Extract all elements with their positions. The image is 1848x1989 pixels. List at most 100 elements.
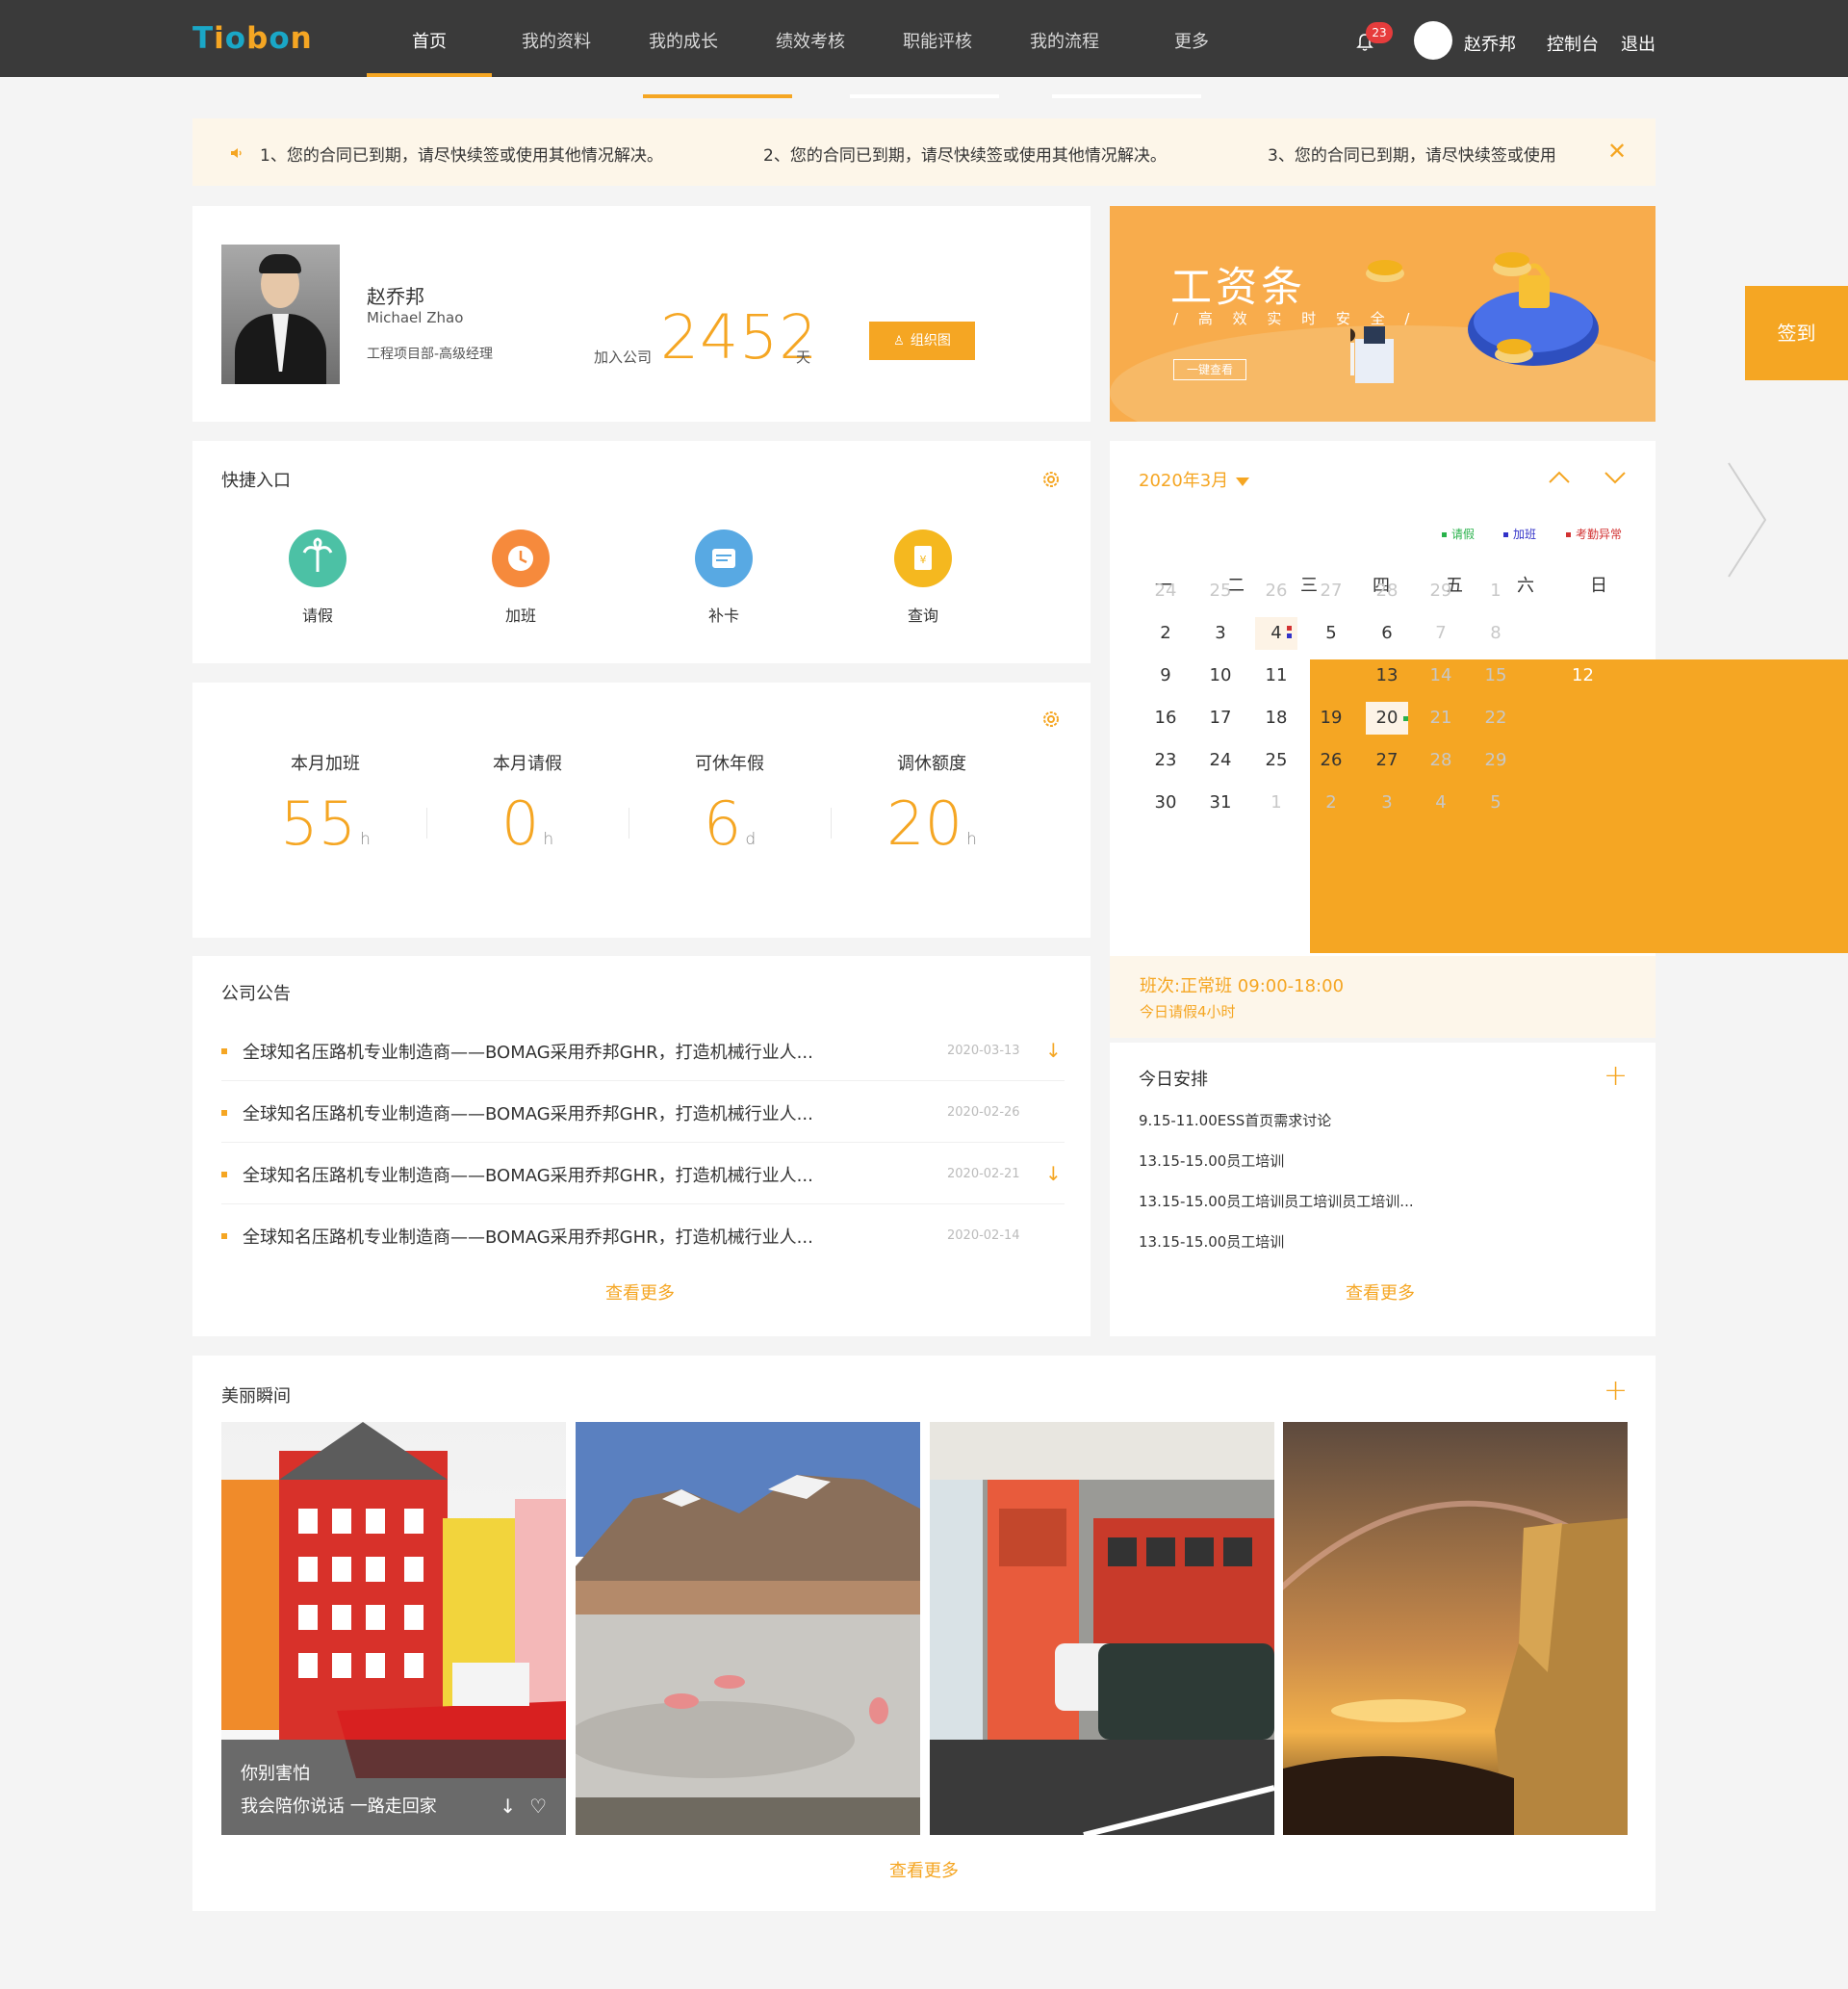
calendar-day[interactable]: 29 (1420, 575, 1462, 607)
announcement-link[interactable]: 全球知名压路机专业制造商——BOMAG采用乔邦GHR，打造机械行业人... (243, 1039, 813, 1064)
calendar-day[interactable]: 11 (1255, 659, 1297, 692)
notice-item[interactable]: 1、您的合同已到期，请尽快续签或使用其他情况解决。 (260, 142, 663, 166)
calendar-day[interactable]: 28 (1420, 744, 1462, 777)
nav-competency[interactable]: 职能评核 (874, 0, 1001, 77)
calendar-day[interactable]: 7 (1420, 617, 1462, 650)
announcement-link[interactable]: 全球知名压路机专业制造商——BOMAG采用乔邦GHR，打造机械行业人... (243, 1224, 813, 1249)
logout-link[interactable]: 退出 (1621, 31, 1656, 56)
legend-abnormal: 考勤异常 (1566, 526, 1622, 542)
calendar-day[interactable]: 2 (1144, 617, 1187, 650)
chevron-right-icon[interactable] (1723, 457, 1771, 582)
calendar-day[interactable]: 3 (1366, 787, 1408, 819)
join-days: 2452 (660, 302, 819, 373)
quick-card-fix[interactable]: 补卡 (676, 530, 772, 626)
calendar-day[interactable]: 28 (1366, 575, 1408, 607)
calendar-day[interactable]: 5 (1310, 617, 1352, 650)
nav-my-process[interactable]: 我的流程 (1001, 0, 1128, 77)
notice-item[interactable]: 3、您的合同已到期，请尽快续签或使用 (1268, 142, 1585, 166)
calendar-day[interactable]: 14 (1420, 659, 1462, 692)
user-name[interactable]: 赵乔邦 (1464, 31, 1516, 56)
chevron-down-icon[interactable] (1603, 468, 1628, 487)
calendar-day[interactable]: 10 (1199, 659, 1242, 692)
calendar-day[interactable]: 4 (1420, 787, 1462, 819)
download-icon[interactable]: ↓ (1045, 1162, 1062, 1185)
view-more-link[interactable]: 查看更多 (605, 1279, 675, 1304)
console-link[interactable]: 控制台 (1547, 31, 1599, 56)
calendar-day[interactable]: 20 (1366, 702, 1408, 735)
org-chart-button[interactable]: ♙ 组织图 (869, 322, 975, 360)
nav-home[interactable]: 首页 (366, 0, 493, 77)
calendar-day[interactable]: 25 (1199, 575, 1242, 607)
calendar-day[interactable]: 18 (1255, 702, 1297, 735)
stat-overtime[interactable]: 本月加班 55 h (239, 750, 412, 873)
calendar-day[interactable]: 22 (1475, 702, 1517, 735)
heart-icon[interactable]: ♡ (529, 1795, 547, 1818)
nav-my-profile[interactable]: 我的资料 (493, 0, 620, 77)
quick-leave[interactable]: 请假 (270, 530, 366, 626)
download-icon[interactable]: ↓ (1045, 1039, 1062, 1062)
sign-in-button[interactable]: 签到 (1745, 286, 1848, 380)
gallery-photo[interactable]: 你别害怕 我会陪你说话 一路走回家 ↓ ♡ (221, 1422, 566, 1835)
notice-item[interactable]: 2、您的合同已到期，请尽快续签或使用其他情况解决。 (763, 142, 1167, 166)
announcement-link[interactable]: 全球知名压路机专业制造商——BOMAG采用乔邦GHR，打造机械行业人... (243, 1100, 813, 1125)
stat-leave[interactable]: 本月请假 0h (441, 750, 614, 873)
nav-more[interactable]: 更多 (1128, 0, 1255, 77)
calendar-day[interactable]: 24 (1144, 575, 1187, 607)
calendar-day[interactable]: 24 (1199, 744, 1242, 777)
stat-comp-leave[interactable]: 调休额度 20 h (845, 750, 1018, 873)
view-more-link[interactable]: 查看更多 (1346, 1279, 1415, 1304)
gallery-photo[interactable] (1283, 1422, 1628, 1835)
nav-my-growth[interactable]: 我的成长 (620, 0, 747, 77)
calendar-day[interactable]: 1 (1255, 787, 1297, 819)
nav-performance[interactable]: 绩效考核 (747, 0, 874, 77)
calendar-day[interactable]: 1 (1475, 575, 1517, 607)
schedule-item[interactable]: 13.15-15.00员工培训 (1139, 1231, 1284, 1252)
quick-overtime[interactable]: 加班 (473, 530, 569, 626)
calendar-day[interactable]: 3 (1199, 617, 1242, 650)
add-icon[interactable]: + (1604, 1062, 1628, 1091)
calendar-day[interactable]: 9 (1144, 659, 1187, 692)
calendar-day[interactable]: 26 (1310, 744, 1352, 777)
month-selector[interactable]: 2020年3月 (1139, 467, 1250, 492)
chevron-up-icon[interactable] (1547, 468, 1572, 487)
schedule-item[interactable]: 13.15-15.00员工培训员工培训员工培训... (1139, 1191, 1414, 1211)
avatar[interactable] (1414, 21, 1452, 60)
gallery-photo[interactable] (930, 1422, 1274, 1835)
quick-query[interactable]: ¥ 查询 (875, 530, 971, 626)
calendar-day[interactable]: 8 (1475, 617, 1517, 650)
calendar-day[interactable]: 26 (1255, 575, 1297, 607)
calendar-day[interactable]: 19 (1310, 702, 1352, 735)
calendar-day[interactable]: 17 (1199, 702, 1242, 735)
gear-icon[interactable] (1041, 710, 1061, 729)
calendar-day[interactable]: 25 (1255, 744, 1297, 777)
calendar-day[interactable]: 27 (1366, 744, 1408, 777)
photo-caption: 我会陪你说话 一路走回家 (241, 1796, 437, 1817)
calendar-day[interactable]: 2 (1310, 787, 1352, 819)
salary-banner[interactable]: 工资条 / 高 效 实 时 安 全 / 一键查看 (1110, 206, 1656, 422)
calendar-day[interactable]: 6 (1366, 617, 1408, 650)
stat-annual-leave[interactable]: 可休年假 6d (643, 750, 816, 873)
calendar-day[interactable]: 4 (1255, 617, 1297, 650)
gear-icon[interactable] (1041, 470, 1061, 489)
schedule-item[interactable]: 13.15-15.00员工培训 (1139, 1150, 1284, 1171)
calendar-day[interactable]: 21 (1420, 702, 1462, 735)
calendar-day[interactable]: 5 (1475, 787, 1517, 819)
gallery-photo[interactable] (576, 1422, 920, 1835)
calendar-day[interactable]: 13 (1366, 659, 1408, 692)
salary-view-button[interactable]: 一键查看 (1173, 359, 1246, 380)
leave-marker (1403, 716, 1408, 721)
calendar-day[interactable]: 29 (1475, 744, 1517, 777)
calendar-day[interactable]: 23 (1144, 744, 1187, 777)
announcement-link[interactable]: 全球知名压路机专业制造商——BOMAG采用乔邦GHR，打造机械行业人... (243, 1162, 813, 1187)
calendar-day[interactable]: 30 (1144, 787, 1187, 819)
calendar-day[interactable]: 15 (1475, 659, 1517, 692)
calendar-day[interactable]: 27 (1310, 575, 1352, 607)
calendar-day[interactable]: 16 (1144, 702, 1187, 735)
view-more-link[interactable]: 查看更多 (889, 1857, 959, 1882)
close-icon[interactable]: ✕ (1607, 140, 1627, 163)
download-icon[interactable]: ↓ (500, 1795, 516, 1818)
calendar-day[interactable]: 31 (1199, 787, 1242, 819)
add-icon[interactable]: + (1604, 1377, 1628, 1406)
tiobon-logo[interactable]: Tiobon (192, 21, 313, 56)
schedule-item[interactable]: 9.15-11.00ESS首页需求讨论 (1139, 1110, 1331, 1130)
